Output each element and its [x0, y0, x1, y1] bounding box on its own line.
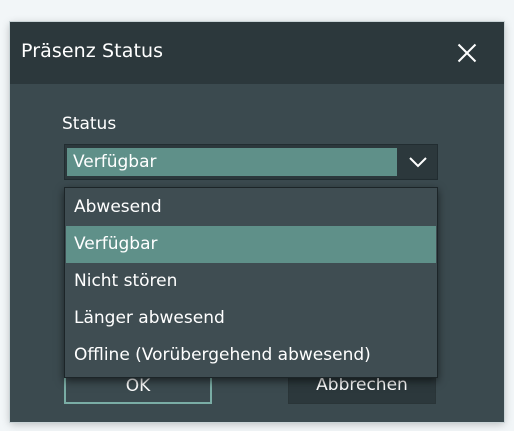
dialog-title: Präsenz Status	[21, 40, 164, 62]
dropdown-option-nicht-stoeren[interactable]: Nicht stören	[66, 263, 436, 300]
dropdown-option-offline[interactable]: Offline (Vorübergehend abwesend)	[66, 337, 436, 374]
dropdown-option-verfuegbar[interactable]: Verfügbar	[66, 226, 436, 263]
status-select[interactable]: Verfügbar	[64, 144, 438, 180]
dialog-titlebar: Präsenz Status	[10, 22, 504, 84]
close-icon[interactable]	[452, 38, 482, 68]
chevron-down-icon	[409, 157, 427, 168]
dropdown-option-abwesend[interactable]: Abwesend	[66, 189, 436, 226]
dropdown-option-laenger-abwesend[interactable]: Länger abwesend	[66, 300, 436, 337]
status-select-value: Verfügbar	[67, 148, 397, 176]
status-dropdown-list: Abwesend Verfügbar Nicht stören Länger a…	[64, 187, 438, 378]
status-label: Status	[62, 114, 117, 134]
